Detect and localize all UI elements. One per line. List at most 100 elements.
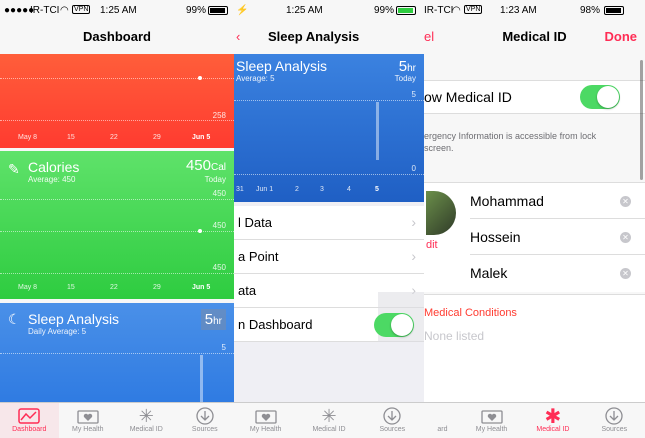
tab-sources[interactable]: Sources [584,403,645,438]
conditions-value: None listed [424,329,485,343]
clock: 1:25 AM [100,5,137,16]
tab-bar: My Health ✳ Medical ID Sources [234,402,424,438]
middle-name-field[interactable]: Hossein ✕ [470,219,645,255]
clock: 1:23 AM [500,5,537,16]
x-tick: Jun 5 [192,134,211,141]
x-tick: May 8 [18,284,38,291]
add-data-point-row[interactable]: a Point › [234,240,424,274]
status-bar: IR-TCI ◠ VPN 1:23 AM 98% [424,0,645,22]
moon-icon: ☾ [8,311,21,327]
grid-line [0,273,234,274]
tab-label: Sources [601,426,628,433]
clock: 1:25 AM [286,5,323,16]
field-value: Malek [470,265,508,281]
calories-card[interactable]: ✎ Calories Average: 450 450Cal Today 450… [0,151,234,299]
x-tick: May 8 [18,134,38,141]
row-label: n Dashboard [238,317,313,332]
field-value: Mohammad [470,193,544,209]
battery-percent: 99% [186,5,207,16]
red-metric-card[interactable]: 258 May 8 15 22 29 Jun 5 [0,54,234,148]
show-on-dashboard-toggle[interactable] [374,313,414,337]
battery-icon [396,6,416,15]
tab-label: Sources [379,426,406,433]
tab-medical-id[interactable]: ✳ Medical ID [297,403,360,438]
dashboard-screen: ●●●●● IR-TCI ◠ VPN 1:25 AM 99% Dashboard… [0,0,234,438]
grid-line [234,174,424,175]
tab-bar: ard My Health ✱ Medical ID Sources [424,402,645,438]
tab-label: Medical ID [536,426,570,433]
tab-my-health[interactable]: My Health [234,403,297,438]
page-title: Sleep Analysis [267,29,360,44]
card-subtitle: Average: 450 [28,175,76,184]
last-name-field[interactable]: Malek ✕ [470,255,645,291]
x-tick: Jun 1 [256,186,274,193]
row-label: ata [238,283,257,298]
tab-dashboard[interactable]: Dashboard [0,403,59,438]
grid-value: 450 [212,189,226,198]
bolt-icon: ⚡ [236,5,249,16]
show-medical-id-toggle[interactable] [580,85,620,109]
x-tick: 2 [295,186,299,193]
vpn-badge: VPN [464,5,483,14]
wifi-icon: ◠ [452,5,461,16]
tab-label: ard [437,426,448,433]
x-tick: 5 [375,186,379,193]
back-chevron-icon[interactable]: ‹ [236,29,240,44]
download-icon [361,406,424,426]
clear-icon[interactable]: ✕ [620,196,631,207]
asterisk-icon: ✳ [138,405,154,426]
grid-value: 450 [212,221,226,230]
battery-icon [208,6,228,15]
download-icon [176,406,235,426]
carrot-icon: ✎ [8,161,20,177]
carrier-label: IR-TCI [424,5,454,16]
sleep-chart: Sleep Analysis Average: 5 5hr Today 5 0 … [234,54,424,202]
tab-label: Medical ID [312,426,346,433]
tab-dashboard[interactable]: ard [424,403,461,438]
clear-icon[interactable]: ✕ [620,232,631,243]
avatar[interactable] [426,191,456,235]
tab-sources[interactable]: Sources [176,403,235,438]
conditions-title: Medical Conditions [424,307,517,319]
folder-heart-icon [234,406,297,426]
row-label: a Point [238,249,279,264]
card-subtitle: Daily Average: 5 [28,327,87,336]
asterisk-icon: ✳ [321,405,337,426]
nav-bar: ‹ Sleep Analysis [234,22,424,54]
chevron-right-icon: › [411,214,416,230]
battery-icon [604,6,624,15]
first-name-field[interactable]: Mohammad ✕ [470,183,645,219]
chart-date: Today [394,74,416,83]
x-tick: Jun 5 [192,284,211,291]
tab-medical-id[interactable]: ✱ Medical ID [522,403,583,438]
cancel-button[interactable]: el [424,22,434,52]
x-tick: 3 [320,186,324,193]
tab-label: My Health [71,426,104,433]
sleep-bar [200,355,203,403]
card-title: Calories [28,159,80,175]
x-tick: 22 [110,134,118,141]
tab-sources[interactable]: Sources [361,403,424,438]
data-point [198,76,202,80]
tab-my-health[interactable]: My Health [461,403,522,438]
sleep-card[interactable]: ☾ Sleep Analysis Daily Average: 5 5hr 5 [0,303,234,403]
tab-my-health[interactable]: My Health [59,403,118,438]
x-tick: 29 [153,284,161,291]
x-tick: 4 [347,186,351,193]
battery-percent: 99% [374,5,395,16]
edit-photo-link[interactable]: dit [426,239,438,251]
conditions-section[interactable]: Medical Conditions None listed [424,294,645,402]
done-button[interactable]: Done [605,22,638,52]
grid-line [234,100,424,101]
sleep-analysis-screen: ⚡ 1:25 AM 99% ‹ Sleep Analysis Sleep Ana… [234,0,424,438]
profile-section: dit Mohammad ✕ Hossein ✕ Malek ✕ [424,182,645,292]
chart-subtitle: Average: 5 [236,74,275,83]
scrollbar[interactable] [640,60,643,180]
wifi-icon: ◠ [60,5,69,16]
row-label: ow Medical ID [424,89,512,105]
status-bar: ●●●●● IR-TCI ◠ VPN 1:25 AM 99% [0,0,234,22]
folder-heart-icon [461,406,522,426]
tab-medical-id[interactable]: ✳ Medical ID [117,403,176,438]
show-all-data-row[interactable]: l Data › [234,206,424,240]
clear-icon[interactable]: ✕ [620,268,631,279]
